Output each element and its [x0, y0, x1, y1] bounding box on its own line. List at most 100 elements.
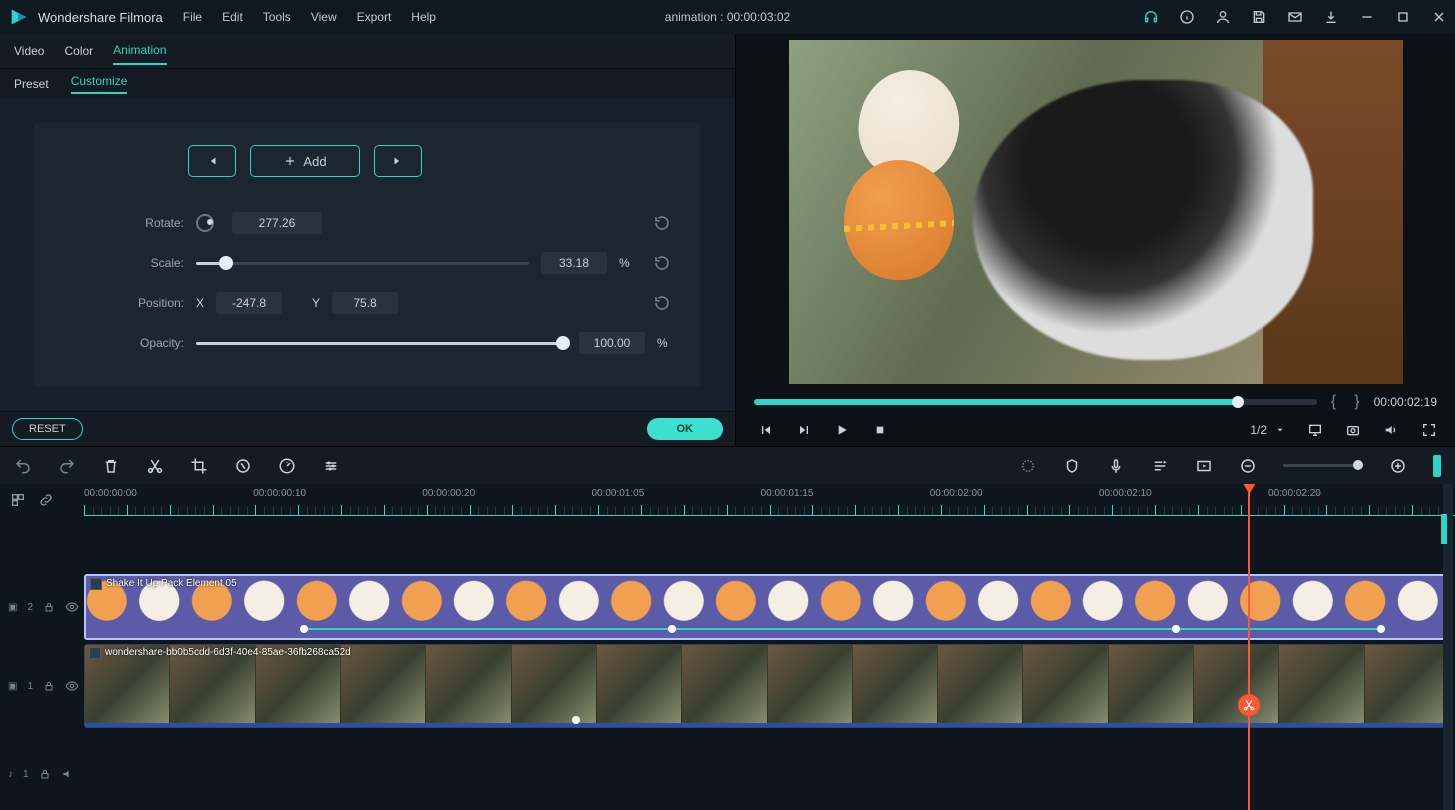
property-tabs: Video Color Animation	[0, 34, 735, 68]
audio-track-icon: ♪	[8, 769, 13, 780]
link-icon[interactable]	[38, 492, 54, 508]
adjust-icon[interactable]	[322, 457, 340, 475]
volume-icon[interactable]	[1383, 422, 1399, 438]
preview-viewport[interactable]	[789, 40, 1403, 384]
menu-help[interactable]: Help	[411, 10, 436, 24]
track-1-eye-icon[interactable]	[65, 679, 79, 693]
track-1-lock-icon[interactable]	[43, 680, 55, 692]
tab-color[interactable]: Color	[64, 38, 93, 64]
crop-icon[interactable]	[190, 457, 208, 475]
scale-slider[interactable]	[196, 253, 529, 273]
track-2-label: 2	[27, 602, 33, 613]
download-icon[interactable]	[1323, 9, 1339, 25]
display-icon[interactable]	[1307, 422, 1323, 438]
position-label: Position:	[64, 296, 184, 310]
audio-lock-icon[interactable]	[39, 768, 51, 780]
menu-view[interactable]: View	[311, 10, 337, 24]
track-2-lock-icon[interactable]	[43, 601, 55, 613]
app-logo-icon	[8, 6, 30, 28]
render-preview-icon[interactable]	[1195, 457, 1213, 475]
speed-ramp-icon[interactable]	[234, 457, 252, 475]
zoom-fit-icon[interactable]	[1433, 455, 1441, 477]
preview-zoom-select[interactable]: 1/2	[1250, 423, 1285, 437]
clip-type-icon	[89, 647, 101, 659]
opacity-label: Opacity:	[64, 336, 184, 350]
add-keyframe-button[interactable]: Add	[250, 145, 360, 177]
clip-overlay-eggs[interactable]: Shake It Up Pack Element 05	[84, 574, 1451, 640]
clip-video-label: wondershare-bb0b5cdd-6d3f-40e4-85ae-36fb…	[105, 647, 351, 658]
headset-icon[interactable]	[1143, 9, 1159, 25]
menu-export[interactable]: Export	[357, 10, 392, 24]
maximize-icon[interactable]	[1395, 9, 1411, 25]
snapshot-icon[interactable]	[1345, 422, 1361, 438]
scale-reset-icon[interactable]	[653, 254, 671, 272]
step-forward-icon[interactable]	[796, 422, 812, 438]
split-icon[interactable]	[146, 457, 164, 475]
add-keyframe-label: Add	[303, 154, 326, 169]
track-1-icon: ▣	[8, 681, 17, 692]
tab-video[interactable]: Video	[14, 38, 44, 64]
prev-keyframe-icon	[205, 154, 219, 168]
animation-card: Add Rotate: 277.26 Scale:	[34, 123, 701, 387]
pos-x-label: X	[196, 296, 204, 310]
marker-icon[interactable]	[1063, 457, 1081, 475]
pos-x-input[interactable]: -247.8	[216, 292, 282, 314]
scale-input[interactable]: 33.18	[541, 252, 607, 274]
redo-icon[interactable]	[58, 457, 76, 475]
pos-y-input[interactable]: 75.8	[332, 292, 398, 314]
timeline-scrollbar[interactable]	[1443, 484, 1453, 810]
scale-pct: %	[619, 256, 633, 270]
delete-icon[interactable]	[102, 457, 120, 475]
clip-type-icon	[90, 578, 102, 590]
menu-file[interactable]: File	[183, 10, 202, 24]
menu-edit[interactable]: Edit	[222, 10, 243, 24]
title-bar: Wondershare Filmora File Edit Tools View…	[0, 0, 1455, 34]
next-keyframe-button[interactable]	[374, 145, 422, 177]
zoom-out-icon[interactable]	[1239, 457, 1257, 475]
rotate-knob[interactable]	[196, 214, 214, 232]
track-2-eye-icon[interactable]	[65, 600, 79, 614]
account-icon[interactable]	[1215, 9, 1231, 25]
tab-animation[interactable]: Animation	[113, 37, 166, 65]
audio-speaker-icon[interactable]	[61, 767, 75, 781]
ok-button[interactable]: OK	[647, 418, 724, 440]
mark-out-icon[interactable]: }	[1350, 393, 1363, 411]
timeline-zoom-slider[interactable]	[1283, 464, 1363, 467]
fullscreen-icon[interactable]	[1421, 422, 1437, 438]
audio-track-label: 1	[23, 769, 29, 780]
properties-pane: Video Color Animation Preset Customize A…	[0, 34, 736, 446]
color-preview-icon[interactable]	[1019, 457, 1037, 475]
mail-icon[interactable]	[1287, 9, 1303, 25]
preview-scrubber[interactable]	[754, 399, 1317, 405]
track-manager-icon[interactable]	[10, 492, 26, 508]
info-icon[interactable]	[1179, 9, 1195, 25]
opacity-input[interactable]: 100.00	[579, 332, 645, 354]
reset-button[interactable]: RESET	[12, 418, 83, 440]
step-back-icon[interactable]	[758, 422, 774, 438]
playhead[interactable]	[1248, 484, 1250, 810]
speed-icon[interactable]	[278, 457, 296, 475]
opacity-slider[interactable]	[196, 333, 567, 353]
undo-icon[interactable]	[14, 457, 32, 475]
rotate-reset-icon[interactable]	[653, 214, 671, 232]
close-icon[interactable]	[1431, 9, 1447, 25]
minimize-icon[interactable]	[1359, 9, 1375, 25]
pos-y-label: Y	[312, 296, 320, 310]
timeline: 00:00:00:0000:00:00:1000:00:00:2000:00:0…	[0, 484, 1455, 810]
zoom-in-icon[interactable]	[1389, 457, 1407, 475]
prev-keyframe-button[interactable]	[188, 145, 236, 177]
mark-in-icon[interactable]: {	[1327, 393, 1340, 411]
play-icon[interactable]	[834, 422, 850, 438]
audio-mixer-icon[interactable]	[1151, 457, 1169, 475]
rotate-input[interactable]: 277.26	[232, 212, 322, 234]
opacity-pct: %	[657, 336, 671, 350]
save-icon[interactable]	[1251, 9, 1267, 25]
plus-icon	[283, 154, 297, 168]
subtab-preset[interactable]: Preset	[14, 77, 49, 91]
position-reset-icon[interactable]	[653, 294, 671, 312]
voiceover-icon[interactable]	[1107, 457, 1125, 475]
stop-icon[interactable]	[872, 422, 888, 438]
menu-tools[interactable]: Tools	[263, 10, 291, 24]
subtab-customize[interactable]: Customize	[71, 74, 128, 94]
track-2-icon: ▣	[8, 602, 17, 613]
